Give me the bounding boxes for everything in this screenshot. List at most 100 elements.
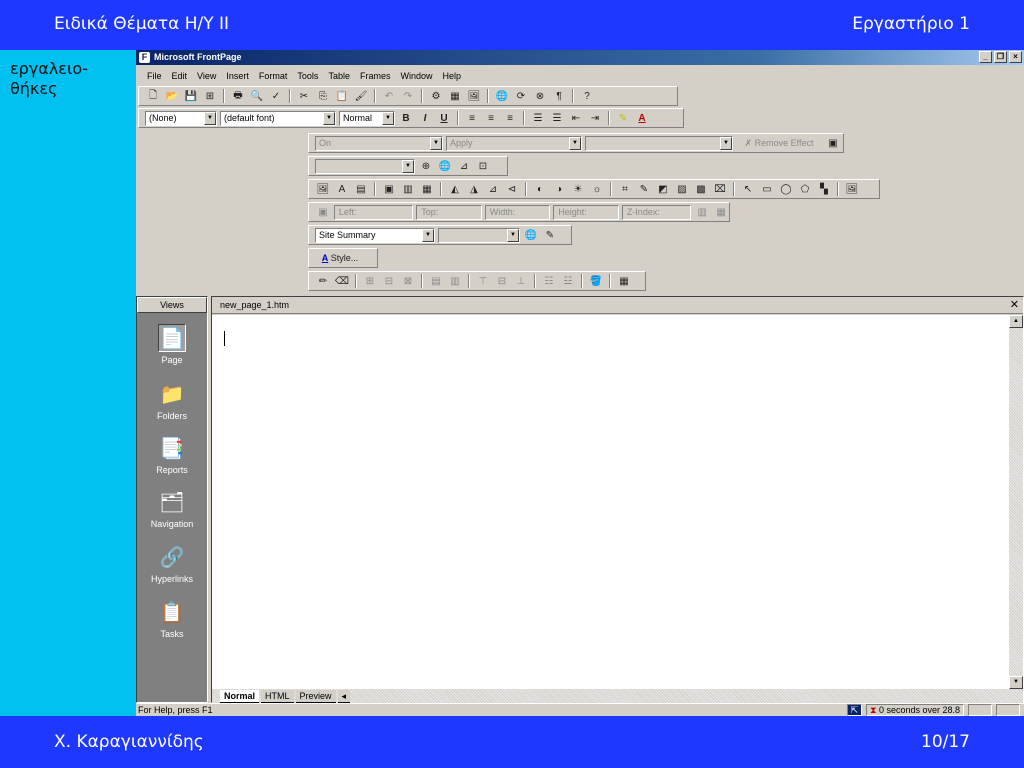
view-page[interactable]: 📄 Page <box>137 324 207 365</box>
dhtml-on-select[interactable]: On ▼ <box>315 135 443 151</box>
set-transparent-icon[interactable]: ✎ <box>636 182 652 197</box>
eraser-icon[interactable]: ⌫ <box>334 274 350 289</box>
highlight-icon[interactable]: ✎ <box>615 111 631 126</box>
more-contrast-icon[interactable]: ◐ <box>532 182 548 197</box>
less-contrast-icon[interactable]: ◑ <box>551 182 567 197</box>
bevel-icon[interactable]: ▩ <box>693 182 709 197</box>
dhtml-effect-select[interactable]: ▼ <box>585 135 733 151</box>
style-select[interactable]: (None) ▼ <box>145 110 217 126</box>
chevron-down-icon[interactable]: ▼ <box>569 136 581 150</box>
scroll-left-icon[interactable]: ◂ <box>337 689 351 703</box>
wash-out-icon[interactable]: ▨ <box>674 182 690 197</box>
draw-table-icon[interactable]: ✏ <box>315 274 331 289</box>
auto-thumbnail-icon[interactable]: ▤ <box>353 182 369 197</box>
menu-frames[interactable]: Frames <box>355 71 396 81</box>
view-hyperlinks[interactable]: 🔗 Hyperlinks <box>137 543 207 585</box>
style-button[interactable]: A Style... <box>315 251 365 266</box>
chevron-down-icon[interactable]: ▼ <box>382 111 394 125</box>
vertical-scrollbar[interactable]: ▲ ▼ <box>1009 315 1023 689</box>
copy-icon[interactable]: ⎘ <box>315 89 331 104</box>
left-field[interactable]: Left: <box>333 204 414 220</box>
scroll-up-icon[interactable]: ▲ <box>1009 315 1023 328</box>
paste-icon[interactable]: 📋 <box>334 89 350 104</box>
menu-window[interactable]: Window <box>395 71 437 81</box>
less-brightness-icon[interactable]: ☼ <box>589 182 605 197</box>
document-canvas[interactable] <box>212 315 1009 689</box>
distribute-rows-icon[interactable]: ☷ <box>541 274 557 289</box>
menu-file[interactable]: File <box>142 71 167 81</box>
format-painter-icon[interactable]: 🖌 <box>353 89 369 104</box>
help-icon[interactable]: ? <box>579 89 595 104</box>
document-tab[interactable]: new_page_1.htm ✕ <box>212 297 1023 314</box>
font-size-select[interactable]: Normal ▼ <box>339 110 395 126</box>
menu-tools[interactable]: Tools <box>292 71 323 81</box>
autofit-icon[interactable]: ▦ <box>616 274 632 289</box>
top-field[interactable]: Top: <box>416 204 482 220</box>
rotate-right-icon[interactable]: ◮ <box>466 182 482 197</box>
height-field[interactable]: Height: <box>553 204 619 220</box>
rectangle-hotspot-icon[interactable]: ▭ <box>759 182 775 197</box>
redo-icon[interactable]: ↷ <box>400 89 416 104</box>
insert-component-icon[interactable]: ⚙ <box>428 89 444 104</box>
black-white-icon[interactable]: ◩ <box>655 182 671 197</box>
hyperlink-icon[interactable]: 🌐 <box>494 89 510 104</box>
menu-insert[interactable]: Insert <box>221 71 254 81</box>
show-all-icon[interactable]: ¶ <box>551 89 567 104</box>
bulleted-list-icon[interactable]: ☰ <box>549 111 565 126</box>
navigation-select[interactable]: ▼ <box>315 158 415 174</box>
crop-icon[interactable]: ⌗ <box>617 182 633 197</box>
insert-table-icon[interactable]: ▦ <box>447 89 463 104</box>
menu-view[interactable]: View <box>192 71 221 81</box>
view-globe-icon[interactable]: 🌐 <box>437 159 453 174</box>
decrease-indent-icon[interactable]: ⇤ <box>568 111 584 126</box>
flip-horizontal-icon[interactable]: ⊿ <box>485 182 501 197</box>
circle-hotspot-icon[interactable]: ◯ <box>778 182 794 197</box>
text-icon[interactable]: A <box>334 182 350 197</box>
tab-normal[interactable]: Normal <box>220 689 260 703</box>
split-cells-icon[interactable]: ▥ <box>447 274 463 289</box>
fill-color-icon[interactable]: 🪣 <box>588 274 604 289</box>
report-select[interactable]: Site Summary ▼ <box>315 227 435 243</box>
bring-forward-icon[interactable]: ▥ <box>694 205 710 220</box>
refresh-icon[interactable]: ⟳ <box>513 89 529 104</box>
view-tasks[interactable]: 📋 Tasks <box>137 598 207 640</box>
merge-cells-icon[interactable]: ▤ <box>428 274 444 289</box>
center-vertically-icon[interactable]: ⊟ <box>494 274 510 289</box>
tab-html[interactable]: HTML <box>261 689 294 703</box>
align-bottom-icon[interactable]: ⊥ <box>513 274 529 289</box>
remove-effect-button[interactable]: ✗ Remove Effect <box>736 136 822 151</box>
chevron-down-icon[interactable]: ▼ <box>422 228 434 242</box>
external-page-icon[interactable]: ⊡ <box>475 159 491 174</box>
report-setting-select[interactable]: ▼ <box>438 227 520 243</box>
menu-edit[interactable]: Edit <box>167 71 193 81</box>
align-center-icon[interactable]: ≡ <box>483 111 499 126</box>
minimize-button[interactable]: _ <box>979 51 992 63</box>
close-icon[interactable]: ✕ <box>1010 298 1019 312</box>
font-select[interactable]: (default font) ▼ <box>220 110 336 126</box>
highlight-dhtml-icon[interactable]: ▣ <box>825 136 841 151</box>
send-backward-icon[interactable]: ▦ <box>419 182 435 197</box>
flip-vertical-icon[interactable]: ⊲ <box>504 182 520 197</box>
chevron-down-icon[interactable]: ▼ <box>430 136 442 150</box>
view-folders[interactable]: 📁 Folders <box>137 380 207 422</box>
insert-picture-icon[interactable]: 🖼 <box>466 89 482 104</box>
chevron-down-icon[interactable]: ▼ <box>720 136 732 150</box>
open-folder-icon[interactable]: 📂 <box>164 89 180 104</box>
font-color-icon[interactable]: A <box>634 111 650 126</box>
view-reports[interactable]: 📑 Reports <box>137 434 207 476</box>
undo-icon[interactable]: ↶ <box>381 89 397 104</box>
window-titlebar[interactable]: F Microsoft FrontPage _ ❐ × <box>136 50 1024 65</box>
chevron-down-icon[interactable]: ▼ <box>323 111 335 125</box>
cut-icon[interactable]: ✂ <box>296 89 312 104</box>
insert-columns-icon[interactable]: ⊟ <box>381 274 397 289</box>
edit-hyperlink-icon[interactable]: ✎ <box>542 228 558 243</box>
distribute-columns-icon[interactable]: ☳ <box>560 274 576 289</box>
align-top-icon[interactable]: ⊤ <box>475 274 491 289</box>
align-right-icon[interactable]: ≡ <box>502 111 518 126</box>
tab-preview[interactable]: Preview <box>295 689 336 703</box>
resample-icon[interactable]: ⌧ <box>712 182 728 197</box>
publish-icon[interactable]: ⊞ <box>202 89 218 104</box>
save-icon[interactable]: 💾 <box>183 89 199 104</box>
zindex-field[interactable]: Z-Index: <box>621 204 692 220</box>
print-preview-icon[interactable]: 🔍 <box>249 89 265 104</box>
